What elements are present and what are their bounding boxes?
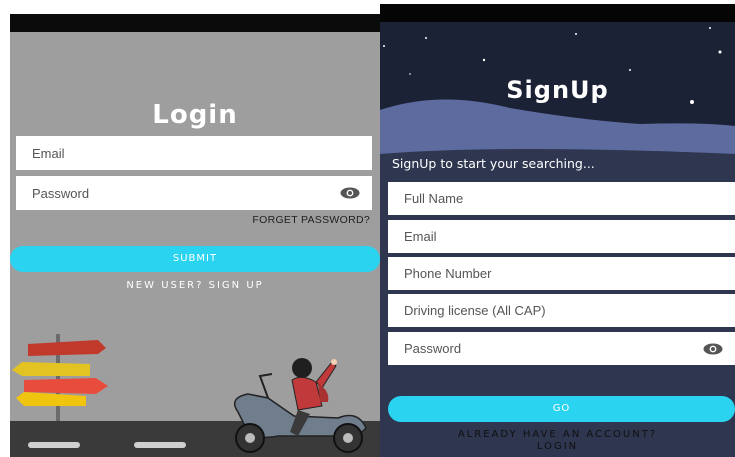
signpost-illustration [12,334,108,424]
login-link-text: LOGIN [536,441,579,452]
submit-button[interactable]: SUBMIT [10,246,380,272]
new-user-signup-link[interactable]: NEW USER? SIGN UP [10,280,380,291]
eye-icon[interactable] [703,343,723,355]
signup-tagline: SignUp to start your searching... [392,156,595,171]
road-dash [28,442,80,448]
status-bar [380,4,735,22]
already-have-account-link[interactable]: ALREADY HAVE AN ACCOUNT? LOGIN [380,429,735,453]
go-button[interactable]: GO [388,396,735,422]
signup-screen: SignUp SignUp to start your searching...… [380,4,735,457]
driving-license-field[interactable]: Driving license (All CAP) [388,294,735,327]
full-name-placeholder: Full Name [404,191,464,206]
login-password-placeholder: Password [32,185,90,201]
signup-password-placeholder: Password [404,341,462,356]
signup-email-field[interactable]: Email [388,220,735,253]
status-bar [10,14,380,32]
phone-number-placeholder: Phone Number [404,266,492,281]
login-title: Login [152,100,238,130]
signup-password-field[interactable]: Password [388,332,735,365]
login-email-field[interactable]: Email [16,136,372,170]
full-name-field[interactable]: Full Name [388,182,735,215]
eye-icon[interactable] [340,187,360,199]
login-screen: Login Email Password FORGET PASSWORD? SU… [10,14,380,457]
driving-license-placeholder: Driving license (All CAP) [404,303,546,318]
login-password-field[interactable]: Password [16,176,372,210]
signup-email-placeholder: Email [404,229,437,244]
forgot-password-link[interactable]: FORGET PASSWORD? [252,214,370,226]
login-email-placeholder: Email [32,145,65,161]
road-dash [134,442,186,448]
scooter-rider-illustration [233,358,367,453]
phone-number-field[interactable]: Phone Number [388,257,735,290]
already-have-account-text: ALREADY HAVE AN ACCOUNT? [457,429,658,440]
signup-title: SignUp [506,76,609,104]
